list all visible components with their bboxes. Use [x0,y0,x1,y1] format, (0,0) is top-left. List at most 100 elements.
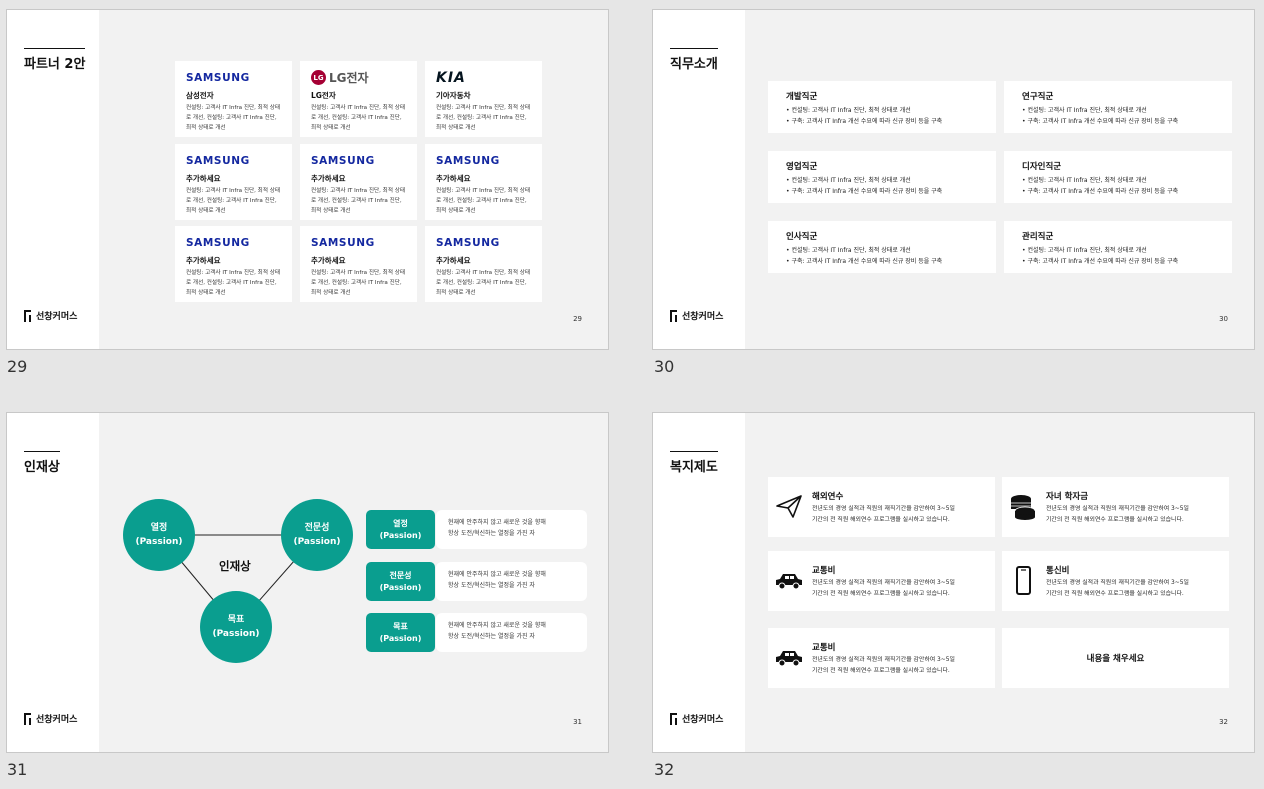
partner-name: 추가하세요 [311,174,346,183]
logo-mark-icon [24,309,31,322]
logo-text: 선창커머스 [36,312,78,322]
partner-desc: 컨설팅: 고객사 IT Infra 진단, 최적 상태로 개선, 컨설팅: 고객… [436,270,531,296]
benefit-card: 교통비 전년도의 경영 실적과 직원의 재직기간을 감안하여 3~5일 기간의 … [768,551,995,611]
benefit-desc: 전년도의 경영 실적과 직원의 재직기간을 감안하여 3~5일 기간의 전 직원… [812,655,955,677]
logo-mark-icon [670,712,677,725]
slide-sidebar: 파트너 2안 선창커머스 [7,10,99,349]
benefit-desc-line: 전년도의 경영 실적과 직원의 재직기간을 감안하여 3~5일 [1046,506,1189,512]
benefit-title: 교통비 [812,566,836,576]
benefit-desc: 전년도의 경영 실적과 직원의 재직기간을 감안하여 3~5일 기간의 전 직원… [1046,504,1189,526]
circle-sublabel: (Passion) [212,629,260,639]
circle-label: 전문성 [304,523,330,533]
company-logo: 선창커머스 [670,712,723,725]
partner-desc: 컨설팅: 고객사 IT Infra 진단, 최적 상태로 개선, 컨설팅: 고객… [311,188,406,214]
benefit-desc-line: 기간의 전 직원 해외연수 프로그램을 실시하고 있습니다. [1046,591,1184,597]
page-number: 30 [1219,315,1228,323]
job-line: • 구축: 고객사 IT Infra 개선 수요에 따라 신규 장비 등을 구축 [1022,258,1179,265]
benefit-desc: 전년도의 경영 실적과 직원의 재직기간을 감안하여 3~5일 기간의 전 직원… [1046,578,1189,600]
job-line: • 컨설팅: 고객사 IT Infra 진단, 최적 상태로 개선 [786,107,911,114]
partner-name: 추가하세요 [311,256,346,265]
job-card: 영업직군 • 컨설팅: 고객사 IT Infra 진단, 최적 상태로 개선 •… [768,151,996,203]
tag-sublabel: (Passion) [379,582,422,592]
partner-desc: 컨설팅: 고객사 IT Infra 진단, 최적 상태로 개선, 컨설팅: 고객… [436,105,531,131]
benefit-card: 해외연수 전년도의 경영 실적과 직원의 재직기간을 감안하여 3~5일 기간의… [768,477,995,537]
job-line: • 구축: 고객사 IT Infra 개선 수요에 따라 신규 장비 등을 구축 [786,258,943,265]
job-line: • 구축: 고객사 IT Infra 개선 수요에 따라 신규 장비 등을 구축 [786,118,943,125]
job-line: • 컨설팅: 고객사 IT Infra 진단, 최적 상태로 개선 [1022,247,1147,254]
value-description: 현재에 안주하지 않고 새로운 것을 향해 항상 도전/혁신하는 열정을 가진 … [436,562,587,601]
tag-label: 전문성 [389,570,412,580]
job-card: 디자인직군 • 컨설팅: 고객사 IT Infra 진단, 최적 상태로 개선 … [1004,151,1232,203]
tag-label: 목표 [393,621,408,631]
partner-desc: 컨설팅: 고객사 IT Infra 진단, 최적 상태로 개선, 컨설팅: 고객… [311,270,406,296]
placeholder-card[interactable]: 내용을 채우세요 [1002,628,1229,688]
benefit-card: 자녀 학자금 전년도의 경영 실적과 직원의 재직기간을 감안하여 3~5일 기… [1002,477,1229,537]
benefit-desc-line: 전년도의 경영 실적과 직원의 재직기간을 감안하여 3~5일 [812,506,955,512]
partner-name: LG전자 [311,91,336,100]
desc-line: 항상 도전/혁신하는 열정을 가진 자 [448,530,535,537]
value-circle-passion: 열정 (Passion) [123,499,195,571]
tag-sublabel: (Passion) [379,530,422,540]
benefit-title: 통신비 [1046,566,1070,576]
partner-desc: 컨설팅: 고객사 IT Infra 진단, 최적 상태로 개선, 컨설팅: 고객… [186,188,281,214]
page-number: 29 [573,315,582,323]
partner-name: 삼성전자 [186,91,214,100]
paper-plane-icon [776,495,802,518]
page-number: 32 [1219,718,1228,726]
partner-name: 추가하세요 [186,256,221,265]
partner-card: SAMSUNG 추가하세요 컨설팅: 고객사 IT Infra 진단, 최적 상… [425,144,542,220]
slide-number-label: 31 [7,760,28,779]
job-line: • 구축: 고객사 IT Infra 개선 수요에 따라 신규 장비 등을 구축 [1022,188,1179,195]
slide-number-label: 29 [7,357,28,376]
page-number: 31 [573,718,582,726]
slide-29[interactable]: 파트너 2안 선창커머스 SAMSUNG 삼성전자 컨설팅: 고객사 IT In… [6,9,609,350]
circle-sublabel: (Passion) [135,537,183,547]
kia-logo: KIA [436,69,466,86]
value-circle-expertise: 전문성 (Passion) [281,499,353,571]
partner-card: SAMSUNG 추가하세요 컨설팅: 고객사 IT Infra 진단, 최적 상… [175,144,292,220]
job-title: 영업직군 [786,162,818,172]
partner-card: KIA 기아자동차 컨설팅: 고객사 IT Infra 진단, 최적 상태로 개… [425,61,542,137]
car-icon [776,651,802,667]
partner-card: SAMSUNG 추가하세요 컨설팅: 고객사 IT Infra 진단, 최적 상… [300,144,417,220]
samsung-logo: SAMSUNG [436,236,500,249]
partner-name: 추가하세요 [436,256,471,265]
samsung-logo: SAMSUNG [311,236,375,249]
partner-card: LG LG전자 LG전자 컨설팅: 고객사 IT Infra 진단, 최적 상태… [300,61,417,137]
slide-32[interactable]: 복지제도 선창커머스 해외연수 전년도의 경영 실적과 직원의 재직기간을 감안… [652,412,1255,753]
job-card: 인사직군 • 컨설팅: 고객사 IT Infra 진단, 최적 상태로 개선 •… [768,221,996,273]
tag-label: 열정 [393,518,408,528]
circle-sublabel: (Passion) [293,537,341,547]
job-line: • 컨설팅: 고객사 IT Infra 진단, 최적 상태로 개선 [1022,177,1147,184]
phone-icon [1016,566,1031,595]
job-line: • 구축: 고객사 IT Infra 개선 수요에 따라 신규 장비 등을 구축 [786,188,943,195]
job-card: 연구직군 • 컨설팅: 고객사 IT Infra 진단, 최적 상태로 개선 •… [1004,81,1232,133]
partner-name: 추가하세요 [186,174,221,183]
lg-logo-text: LG전자 [329,71,369,85]
lg-logo: LG LG전자 [311,68,406,87]
benefit-desc-line: 기간의 전 직원 해외연수 프로그램을 실시하고 있습니다. [812,517,950,523]
slide-30[interactable]: 직무소개 선창커머스 개발직군 • 컨설팅: 고객사 IT Infra 진단, … [652,9,1255,350]
slide-title: 복지제도 [670,451,718,475]
benefit-desc-line: 전년도의 경영 실적과 직원의 재직기간을 감안하여 3~5일 [1046,580,1189,586]
value-tag: 전문성 (Passion) [366,562,435,601]
value-circle-goal: 목표 (Passion) [200,591,272,663]
slide-31[interactable]: 인재상 선창커머스 열정 (Passion) 전문성 (Passion) 목표 … [6,412,609,753]
placeholder-text: 내용을 채우세요 [1086,654,1145,664]
samsung-logo: SAMSUNG [311,154,375,167]
job-line: • 컨설팅: 고객사 IT Infra 진단, 최적 상태로 개선 [786,177,911,184]
job-card: 관리직군 • 컨설팅: 고객사 IT Infra 진단, 최적 상태로 개선 •… [1004,221,1232,273]
car-icon [776,574,802,590]
job-title: 연구직군 [1022,92,1054,102]
samsung-logo: SAMSUNG [436,154,500,167]
slide-title: 직무소개 [670,48,718,72]
samsung-logo: SAMSUNG [186,236,250,249]
job-title: 관리직군 [1022,232,1054,242]
slide-sidebar: 직무소개 선창커머스 [653,10,745,349]
circle-label: 목표 [227,615,245,625]
benefit-desc-line: 기간의 전 직원 해외연수 프로그램을 실시하고 있습니다. [812,668,950,674]
value-description: 현재에 안주하지 않고 새로운 것을 향해 항상 도전/혁신하는 열정을 가진 … [436,510,587,549]
value-tag: 열정 (Passion) [366,510,435,549]
benefit-desc: 전년도의 경영 실적과 직원의 재직기간을 감안하여 3~5일 기간의 전 직원… [812,578,955,600]
center-label: 인재상 [219,559,251,573]
